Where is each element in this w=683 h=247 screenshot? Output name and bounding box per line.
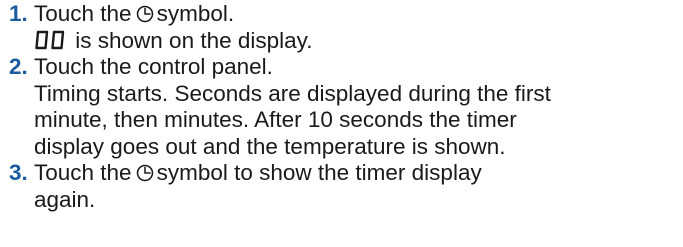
instruction-steps: 1. Touch the symbol. 00 is shown on the d… [9, 1, 679, 213]
step-number: 1. [9, 1, 28, 26]
step-text: symbol to show the timer display [156, 160, 482, 185]
result-text: is shown on the display. [75, 27, 313, 53]
step-text: symbol. [156, 1, 235, 26]
step-detail-line: display goes out and the temperature is … [34, 133, 506, 159]
clock-icon [136, 164, 153, 182]
clock-icon [136, 5, 153, 23]
step-detail-line: Timing starts. Seconds are displayed dur… [34, 80, 551, 106]
step-3: 3. Touch the symbol to show the timer dis… [9, 160, 679, 213]
seven-segment-display-icon [35, 30, 65, 49]
step-1: 1. Touch the symbol. 00 is shown on the d… [9, 1, 679, 54]
step-text: Touch the control panel. [34, 54, 273, 79]
step-1-result: 00 is shown on the display. [34, 28, 679, 55]
step-3-line: Touch the symbol to show the timer displa… [34, 160, 679, 187]
step-number: 2. [9, 54, 28, 79]
step-2: 2. Touch the control panel. Timing start… [9, 54, 679, 160]
step-1-line: Touch the symbol. [34, 1, 679, 28]
step-number: 3. [9, 160, 28, 185]
step-text: Touch the [34, 1, 132, 26]
step-text: Touch the [34, 160, 132, 185]
step-detail-line: minute, then minutes. After 10 seconds t… [34, 107, 517, 132]
step-text-continued: again. [34, 186, 96, 212]
